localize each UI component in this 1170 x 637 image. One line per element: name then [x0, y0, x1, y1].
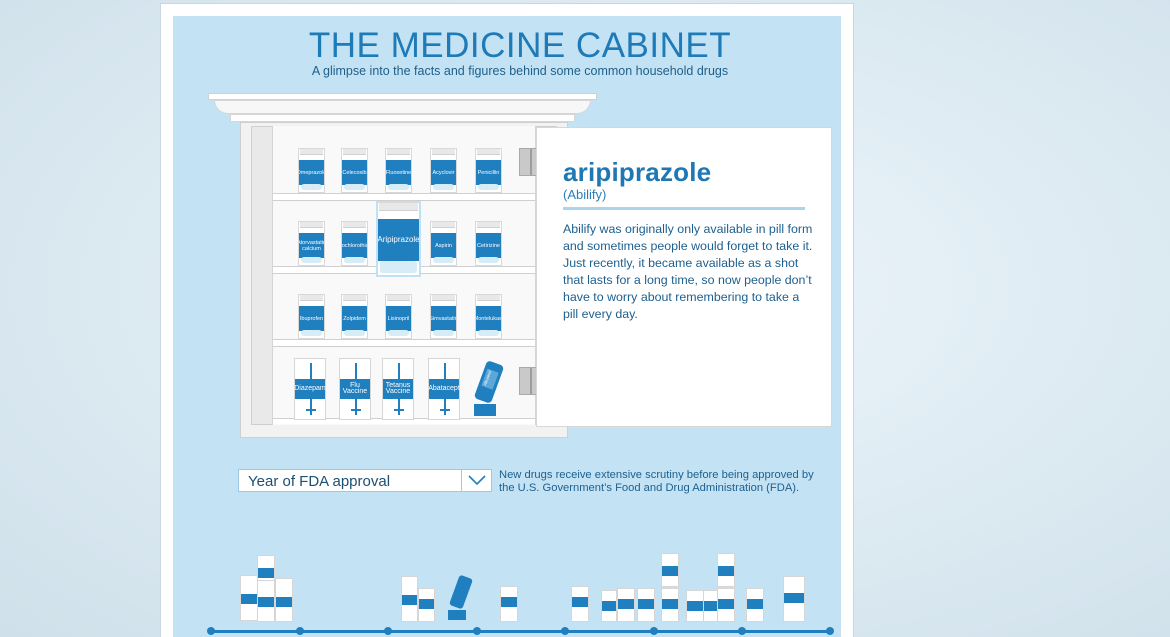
- timeline-item[interactable]: [783, 576, 805, 622]
- bottle-acyclovir[interactable]: Acyclovir: [430, 148, 457, 193]
- timeline-item[interactable]: [717, 553, 735, 587]
- timeline-item[interactable]: [637, 588, 655, 622]
- bottle-simvastatin[interactable]: Simvastatin: [430, 294, 457, 339]
- bottle-cetirizine[interactable]: Cetirizine: [475, 221, 502, 266]
- drug-name: aripiprazole: [563, 157, 712, 187]
- timeline-item[interactable]: [617, 588, 635, 622]
- cabinet-crown-molding: [214, 100, 591, 114]
- bottle-montelukast[interactable]: Montelukast: [475, 294, 502, 339]
- bottle-aspirin[interactable]: Aspirin: [430, 221, 457, 266]
- cabinet-crown: [208, 93, 597, 100]
- page-subtitle: A glimpse into the facts and figures beh…: [311, 64, 729, 78]
- timeline-item[interactable]: [746, 588, 764, 622]
- timeline-tick: [296, 627, 304, 635]
- cabinet-crown-base: [230, 114, 575, 122]
- sort-select-separator: [461, 470, 462, 491]
- timeline-item[interactable]: [717, 588, 735, 622]
- inhaler-albuterol[interactable]: Albuterol: [466, 360, 512, 420]
- fda-note: New drugs receive extensive scrutiny bef…: [499, 469, 814, 494]
- bottle-aripiprazole[interactable]: Aripiprazole: [377, 202, 420, 276]
- timeline-tick: [207, 627, 215, 635]
- timeline-tick: [473, 627, 481, 635]
- timeline-item[interactable]: [661, 553, 679, 587]
- timeline-item[interactable]: [500, 586, 518, 622]
- bottle-fluoxetine[interactable]: Fluoxetine: [385, 148, 412, 193]
- timeline-item[interactable]: [418, 588, 435, 622]
- bottle-celecoxib[interactable]: Celecoxib: [341, 148, 368, 193]
- timeline-item[interactable]: [661, 588, 679, 622]
- timeline-item[interactable]: [571, 586, 589, 622]
- chevron-down-icon[interactable]: [466, 472, 488, 488]
- bottle-penicillin[interactable]: Penicillin: [475, 148, 502, 193]
- sort-select[interactable]: Year of FDA approval: [238, 469, 492, 492]
- bottle-atorvastatin[interactable]: Atorvastatin calcium: [298, 221, 325, 266]
- box-abatacept[interactable]: Abatacept: [428, 358, 460, 420]
- timeline-tick: [561, 627, 569, 635]
- box-diazepam[interactable]: Diazepam: [294, 358, 326, 420]
- bottle-hydrochlorothiazide[interactable]: Hydrochlorothiazide: [341, 221, 368, 266]
- timeline-tick: [826, 627, 834, 635]
- timeline-inhaler-icon[interactable]: [444, 574, 478, 622]
- box-tetanus-vaccine[interactable]: Tetanus Vaccine: [382, 358, 414, 420]
- box-flu-vaccine[interactable]: Flu Vaccine: [339, 358, 371, 420]
- bottle-lisinopril[interactable]: Lisinopril: [385, 294, 412, 339]
- timeline-item[interactable]: [240, 575, 258, 621]
- drug-brand: (Abilify): [563, 187, 607, 202]
- timeline-item[interactable]: [686, 590, 704, 622]
- sort-select-value: Year of FDA approval: [248, 473, 391, 490]
- page-title: THE MEDICINE CABINET: [308, 26, 732, 65]
- timeline-tick: [384, 627, 392, 635]
- timeline-item[interactable]: [401, 576, 418, 622]
- bottle-zolpidem[interactable]: Zolpidem: [341, 294, 368, 339]
- timeline-tick: [738, 627, 746, 635]
- timeline-item[interactable]: [257, 580, 275, 622]
- timeline-item[interactable]: [601, 590, 617, 622]
- drug-description: Abilify was originally only available in…: [563, 222, 813, 321]
- timeline-item[interactable]: [275, 578, 293, 622]
- timeline-tick: [650, 627, 658, 635]
- bottle-ibuprofen[interactable]: Ibuprofen: [298, 294, 325, 339]
- card-divider: [563, 207, 805, 210]
- bottle-omeprazole[interactable]: Omeprazole: [298, 148, 325, 193]
- shelf-1: [273, 193, 535, 201]
- shelf-3: [273, 339, 535, 347]
